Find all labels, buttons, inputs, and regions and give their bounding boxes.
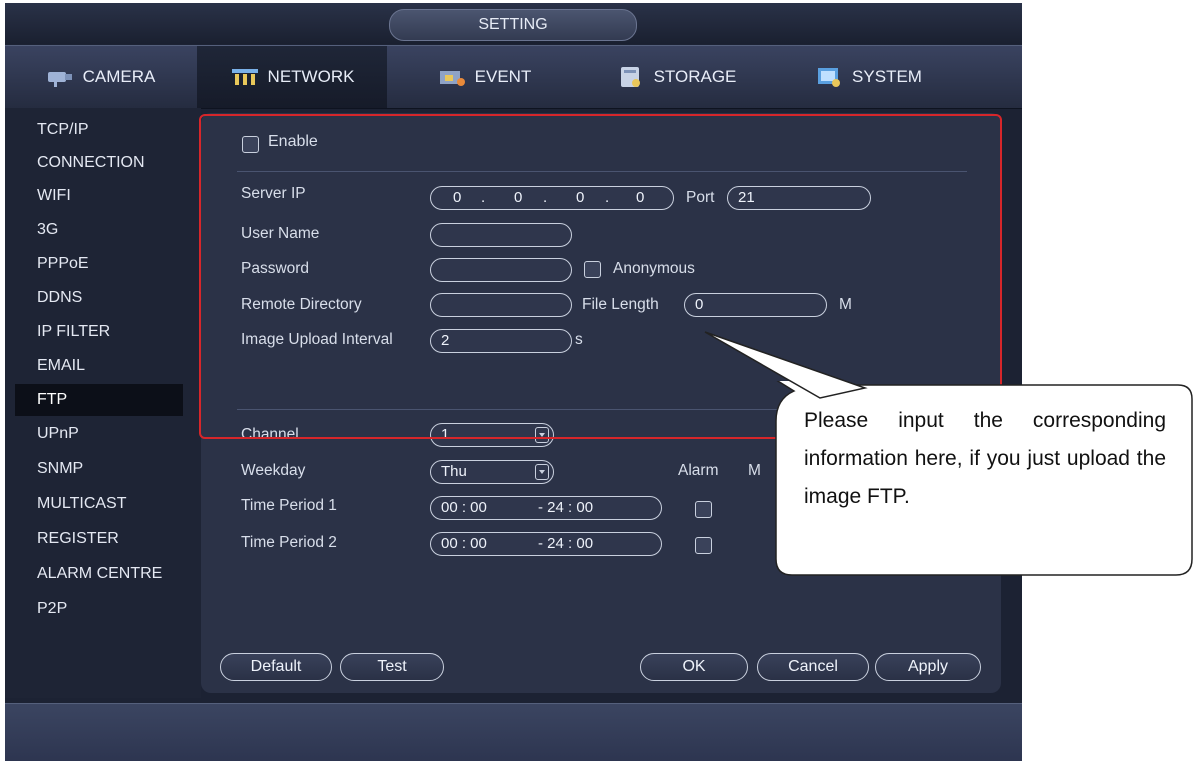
alarm-column-header: Alarm <box>678 462 719 479</box>
tab-event[interactable]: EVENT <box>389 46 579 108</box>
weekday-select[interactable]: Thu <box>430 460 554 484</box>
default-button[interactable]: Default <box>220 653 332 681</box>
weekday-label: Weekday <box>241 462 306 479</box>
sidebar-item-upnp[interactable]: UPnP <box>15 418 183 450</box>
sidebar-item-p2p[interactable]: P2P <box>15 593 183 625</box>
period2-alarm-checkbox[interactable] <box>695 537 712 554</box>
sidebar-item-multicast[interactable]: MULTICAST <box>15 488 183 520</box>
camera-icon <box>45 66 75 88</box>
network-icon <box>230 66 260 88</box>
sidebar-item-connection[interactable]: CONNECTION <box>15 147 183 179</box>
storage-icon <box>616 66 646 88</box>
tab-system[interactable]: SYSTEM <box>773 46 963 108</box>
status-bar <box>5 703 1022 761</box>
tab-camera-label: CAMERA <box>82 67 156 86</box>
sidebar-item-email[interactable]: EMAIL <box>15 350 183 382</box>
period2-start: 00 : 00 <box>441 535 487 552</box>
period2-input[interactable]: 00 : 00 - 24 : 00 <box>430 532 662 556</box>
tab-system-label: SYSTEM <box>852 67 922 86</box>
sidebar-item-register[interactable]: REGISTER <box>15 523 183 555</box>
main-tabs: CAMERA NETWORK EVENT STORAGE SYSTEM <box>5 45 1022 109</box>
sidebar-item-pppoe[interactable]: PPPoE <box>15 248 183 280</box>
callout-pointer <box>704 331 868 399</box>
tab-network-label: NETWORK <box>267 67 355 86</box>
system-icon <box>814 66 844 88</box>
tab-storage-label: STORAGE <box>653 67 737 86</box>
sidebar-item-3g[interactable]: 3G <box>15 214 183 246</box>
window-title: SETTING <box>389 9 637 41</box>
period1-label: Time Period 1 <box>241 497 337 514</box>
sidebar: TCP/IP CONNECTION WIFI 3G PPPoE DDNS IP … <box>5 108 201 698</box>
md-column-header: M <box>748 462 761 479</box>
period2-end: - 24 : 00 <box>538 535 594 552</box>
tab-network[interactable]: NETWORK <box>197 46 387 108</box>
weekday-value: Thu <box>441 463 467 480</box>
sidebar-item-wifi[interactable]: WIFI <box>15 180 183 212</box>
period1-start: 00 : 00 <box>441 499 487 516</box>
chevron-down-icon <box>535 464 549 480</box>
cancel-button[interactable]: Cancel <box>757 653 869 681</box>
period1-input[interactable]: 00 : 00 - 24 : 00 <box>430 496 662 520</box>
event-icon <box>437 66 467 88</box>
period2-label: Time Period 2 <box>241 534 337 551</box>
test-button[interactable]: Test <box>340 653 444 681</box>
tab-event-label: EVENT <box>474 67 532 86</box>
tab-camera[interactable]: CAMERA <box>5 46 195 108</box>
sidebar-item-snmp[interactable]: SNMP <box>15 453 183 485</box>
callout-text: Please input the corresponding informati… <box>804 409 1166 508</box>
title-bar: SETTING <box>5 3 1022 44</box>
tab-storage[interactable]: STORAGE <box>581 46 771 108</box>
sidebar-item-ftp[interactable]: FTP <box>15 384 183 416</box>
sidebar-item-tcpip[interactable]: TCP/IP <box>15 114 183 146</box>
sidebar-item-ddns[interactable]: DDNS <box>15 282 183 314</box>
period1-alarm-checkbox[interactable] <box>695 501 712 518</box>
apply-button[interactable]: Apply <box>875 653 981 681</box>
sidebar-item-alarm-centre[interactable]: ALARM CENTRE <box>15 558 183 590</box>
sidebar-item-ip-filter[interactable]: IP FILTER <box>15 316 183 348</box>
period1-end: - 24 : 00 <box>538 499 594 516</box>
ok-button[interactable]: OK <box>640 653 748 681</box>
